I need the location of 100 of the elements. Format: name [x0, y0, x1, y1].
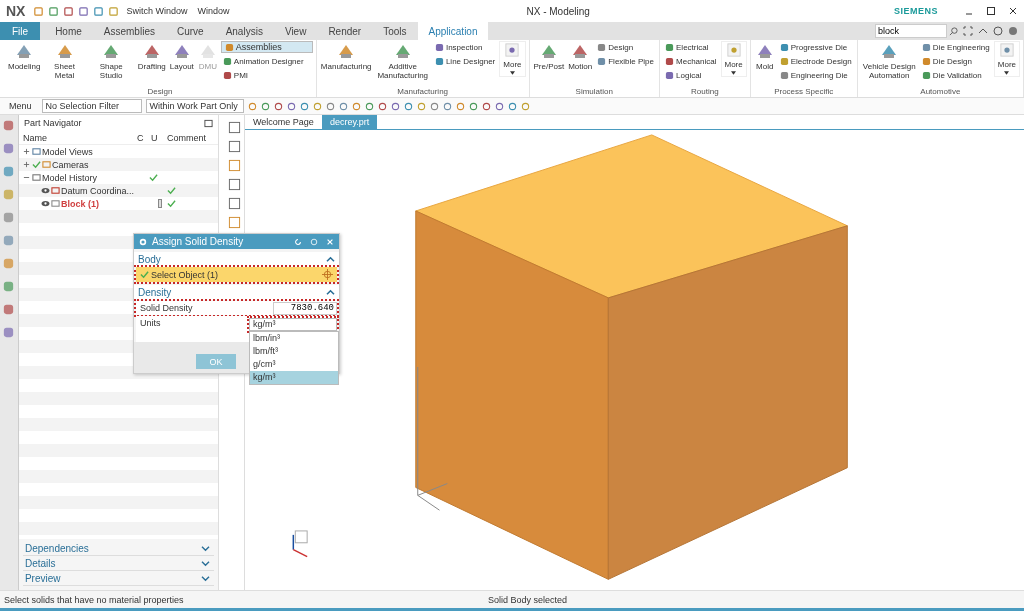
menu-button[interactable]: Menu: [3, 101, 38, 111]
view-tool-icon[interactable]: [227, 159, 241, 172]
resource-bar-icon[interactable]: [2, 119, 16, 132]
ribbon-button[interactable]: Progressive Die: [777, 41, 854, 53]
density-input[interactable]: 7830.640: [273, 301, 337, 315]
ribbon-button[interactable]: Layout: [168, 41, 195, 71]
panel-header[interactable]: Dependencies: [22, 541, 215, 556]
expander-icon[interactable]: [22, 161, 30, 168]
ribbon-tab[interactable]: Tools: [372, 22, 418, 40]
ribbon-button[interactable]: Die Validation: [919, 69, 992, 81]
more-button[interactable]: More: [499, 41, 526, 77]
resource-bar-icon[interactable]: [2, 280, 16, 293]
ribbon-button[interactable]: Design: [595, 41, 657, 53]
ribbon-button[interactable]: Sheet Metal: [43, 41, 86, 80]
ribbon-button[interactable]: PMI: [220, 69, 313, 81]
ribbon-button[interactable]: Die Design: [919, 55, 992, 67]
view-tool-icon[interactable]: [227, 216, 241, 229]
resource-bar-icon[interactable]: [2, 234, 16, 247]
resource-bar-icon[interactable]: [2, 303, 16, 316]
resource-bar-icon[interactable]: [2, 165, 16, 178]
selection-filter-dropdown[interactable]: No Selection Filter: [41, 99, 142, 113]
section-header[interactable]: Density: [134, 285, 339, 300]
close-icon[interactable]: [1008, 6, 1018, 16]
ribbon-button[interactable]: Additive Manufacturing: [374, 41, 431, 80]
tree-item[interactable]: Datum Coordina...: [60, 185, 134, 196]
ribbon-tab[interactable]: Curve: [165, 22, 215, 40]
document-tab[interactable]: Welcome Page: [245, 115, 322, 129]
ribbon-tab[interactable]: Home: [44, 22, 93, 40]
column-header[interactable]: Name: [18, 132, 133, 143]
crosshair-icon[interactable]: [322, 269, 333, 280]
ribbon-tab[interactable]: File: [0, 22, 41, 40]
ribbon-button[interactable]: Motion: [567, 41, 594, 71]
ribbon-button[interactable]: Electrical: [663, 41, 719, 53]
toolbar-icon[interactable]: [93, 5, 105, 17]
ribbon-button[interactable]: Electrode Design: [777, 55, 854, 67]
select-object-row[interactable]: Select Object (1): [136, 267, 337, 282]
window-menu-button[interactable]: Window: [194, 6, 233, 16]
more-button[interactable]: More: [993, 41, 1020, 77]
ribbon-button[interactable]: Manufacturing: [319, 41, 373, 71]
units-dropdown[interactable]: kg/m³: [249, 318, 337, 331]
ribbon-button[interactable]: Line Designer: [432, 55, 498, 67]
tree-item[interactable]: Model History: [41, 172, 97, 183]
ribbon-button[interactable]: Animation Designer: [220, 55, 313, 67]
collapse-icon[interactable]: [978, 26, 988, 36]
maximize-icon[interactable]: [204, 118, 214, 128]
help-icon[interactable]: [993, 26, 1003, 36]
panel-header[interactable]: Preview: [22, 571, 215, 586]
eye-icon[interactable]: [40, 187, 50, 194]
toolbar-icon[interactable]: [33, 5, 45, 17]
ribbon-button[interactable]: Flexible Pipe: [595, 55, 657, 67]
panel-header[interactable]: Details: [22, 556, 215, 571]
ribbon-button[interactable]: Pre/Post: [532, 41, 566, 71]
resource-bar-icon[interactable]: [2, 142, 16, 155]
eye-icon[interactable]: [40, 200, 50, 207]
ribbon-tab[interactable]: Render: [317, 22, 373, 40]
toolbar-icon[interactable]: [78, 5, 90, 17]
ribbon-button[interactable]: Shape Studio: [87, 41, 135, 80]
dropdown-option[interactable]: kg/m³: [250, 371, 338, 384]
toolbar-icon[interactable]: [63, 5, 75, 17]
dropdown-option[interactable]: lbm/ft³: [250, 345, 338, 358]
ribbon-button[interactable]: Mold: [753, 41, 776, 71]
ribbon-button[interactable]: Modeling: [7, 41, 42, 71]
more-button[interactable]: More: [720, 41, 747, 77]
resource-bar-icon[interactable]: [2, 211, 16, 224]
dropdown-option[interactable]: lbm/in³: [250, 332, 338, 345]
ribbon-tab[interactable]: Application: [417, 22, 489, 40]
ribbon-tab[interactable]: Analysis: [214, 22, 274, 40]
toolbar-icon[interactable]: [48, 5, 60, 17]
scope-dropdown[interactable]: Within Work Part Only: [145, 99, 244, 113]
check-icon[interactable]: [31, 160, 41, 169]
ribbon-tab[interactable]: Assemblies: [92, 22, 166, 40]
tree-item[interactable]: Cameras: [51, 159, 89, 170]
view-tool-icon[interactable]: [227, 140, 241, 153]
ribbon-button[interactable]: Assemblies: [220, 41, 313, 53]
expander-icon[interactable]: [22, 174, 30, 181]
resource-bar-icon[interactable]: [2, 188, 16, 201]
ribbon-button[interactable]: Mechanical: [663, 55, 719, 67]
search-field[interactable]: block: [875, 24, 947, 38]
settings-icon[interactable]: [139, 237, 147, 246]
expander-icon[interactable]: [22, 148, 30, 155]
dropdown-option[interactable]: g/cm³: [250, 358, 338, 371]
resource-bar-icon[interactable]: [2, 326, 16, 339]
column-header[interactable]: C: [132, 132, 147, 143]
column-header[interactable]: Comment: [162, 132, 206, 143]
tree-item[interactable]: Model Views: [41, 146, 93, 157]
ribbon-button[interactable]: Drafting: [136, 41, 167, 71]
switch-window-button[interactable]: Switch Window: [123, 6, 191, 16]
fullscreen-icon[interactable]: [963, 26, 973, 36]
ribbon-button[interactable]: Engineering Die: [777, 69, 854, 81]
column-header[interactable]: U: [146, 132, 163, 143]
tree-item[interactable]: Block (1): [60, 198, 99, 209]
view-tool-icon[interactable]: [227, 178, 241, 191]
view-tool-icon[interactable]: [227, 197, 241, 210]
maximize-icon[interactable]: [986, 6, 996, 16]
ribbon-button[interactable]: Vehicle Design Automation: [860, 41, 918, 80]
ribbon-tab[interactable]: View: [273, 22, 318, 40]
search-icon[interactable]: [949, 26, 958, 36]
resource-bar-icon[interactable]: [2, 257, 16, 270]
reset-icon[interactable]: [294, 237, 302, 246]
section-header[interactable]: Body: [134, 252, 339, 267]
